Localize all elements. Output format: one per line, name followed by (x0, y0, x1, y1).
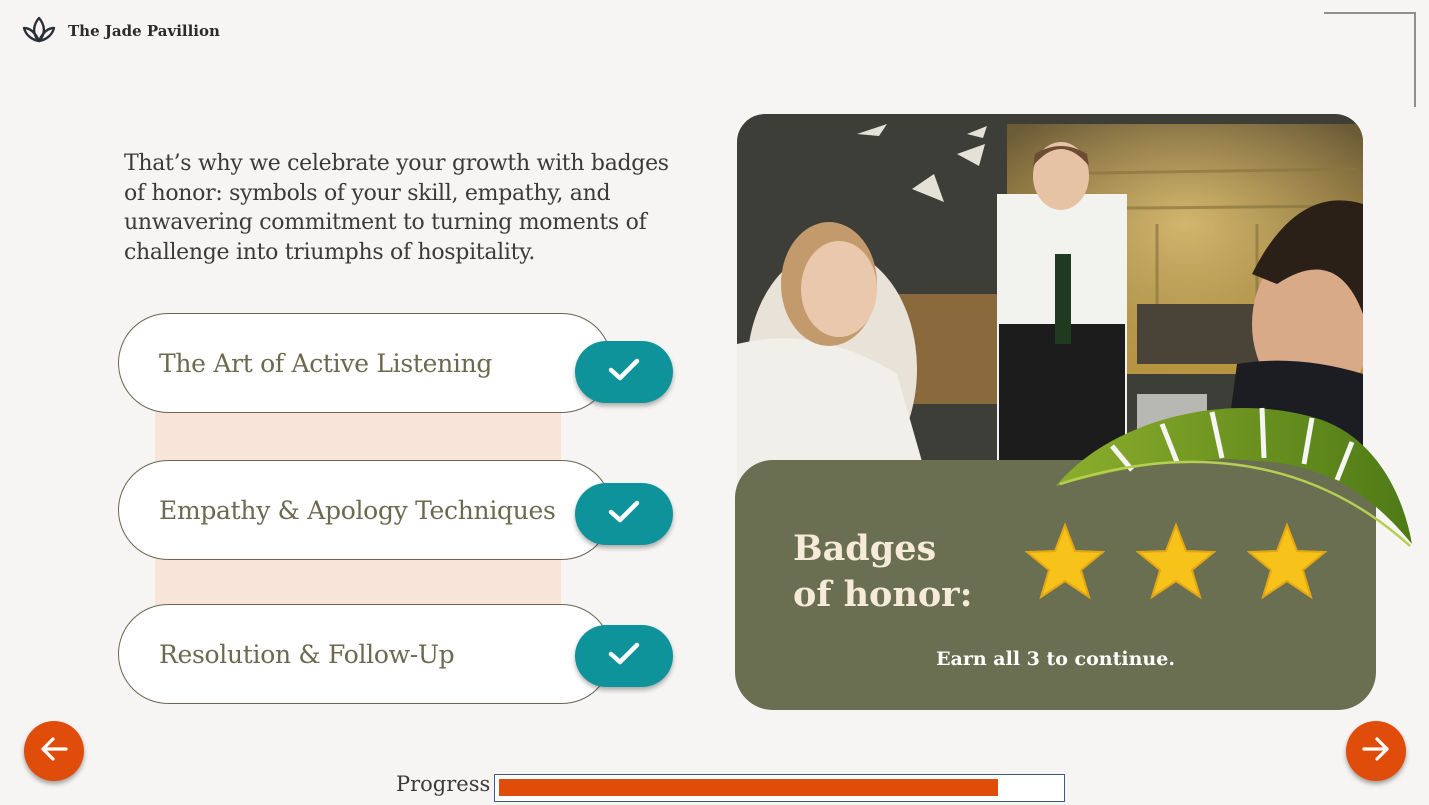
arrow-right-icon (1360, 735, 1392, 767)
module-item-empathy-apology[interactable]: Empathy & Apology Techniques (118, 460, 612, 560)
module-label: The Art of Active Listening (159, 348, 493, 378)
module-label: Empathy & Apology Techniques (159, 495, 556, 525)
module-item-active-listening[interactable]: The Art of Active Listening (118, 313, 612, 413)
module-1-check-button[interactable] (575, 341, 673, 403)
module-2-check-button[interactable] (575, 483, 673, 545)
module-item-resolution-followup[interactable]: Resolution & Follow-Up (118, 604, 612, 704)
arrow-left-icon (38, 735, 70, 767)
badges-title: Badges of honor: (793, 526, 973, 618)
previous-button[interactable] (24, 721, 84, 781)
module-label: Resolution & Follow-Up (159, 639, 455, 669)
header: The Jade Pavillion (20, 14, 220, 48)
corner-decoration (1324, 12, 1416, 107)
next-button[interactable] (1346, 721, 1406, 781)
checkmark-icon (607, 357, 641, 387)
leaf-decoration (1056, 407, 1412, 547)
badges-title-line-2: of honor: (793, 574, 973, 615)
progress-bar (494, 774, 1065, 802)
badges-title-line-1: Badges (793, 528, 937, 569)
progress-fill (499, 779, 998, 796)
module-3-check-button[interactable] (575, 625, 673, 687)
badges-caption: Earn all 3 to continue. (936, 648, 1175, 670)
checkmark-icon (607, 641, 641, 671)
checkmark-icon (607, 499, 641, 529)
lotus-icon (20, 14, 58, 48)
progress-label: Progress (396, 772, 491, 796)
brand-name: The Jade Pavillion (68, 22, 220, 40)
intro-text: That’s why we celebrate your growth with… (124, 151, 669, 265)
